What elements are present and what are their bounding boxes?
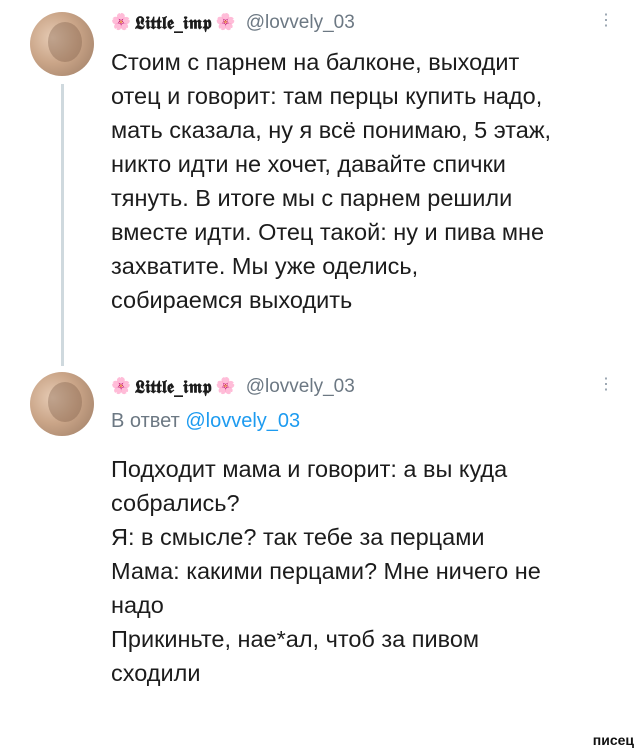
flower-icon: 🌸 [111,14,131,31]
user-handle[interactable]: @lovvely_03 [246,376,355,398]
tweet-header: 🌸 𝕷𝖎𝖙𝖙𝖑𝖊_𝖎𝖒𝖕 🌸 @lovvely_03 [111,376,355,398]
text-line: Стоим с парнем на балконе, выходит [111,49,520,75]
text-line: захватите. Мы уже оделись, [111,253,419,279]
text-line: тянуть. В итоге мы с парнем решили [111,185,513,211]
flower-icon: 🌸 [111,378,131,395]
text-line: отец и говорит: там перцы купить надо, [111,83,543,109]
text-line: сходили [111,660,201,686]
text-line: мать сказала, ну я всё понимаю, 5 этаж, [111,117,552,143]
more-options-icon[interactable]: ⋮ [598,374,614,394]
display-name[interactable]: 𝕷𝖎𝖙𝖙𝖑𝖊_𝖎𝖒𝖕 [135,13,212,34]
reply-to-label: В ответ [111,410,180,432]
text-line: собираемся выходить [111,287,353,313]
tweet-text: Стоим с парнем на балконе, выходит отец … [111,45,631,317]
avatar[interactable] [30,372,94,436]
flower-icon: 🌸 [215,378,236,395]
tweet-header: 🌸 𝕷𝖎𝖙𝖙𝖑𝖊_𝖎𝖒𝖕 🌸 @lovvely_03 [111,12,355,34]
text-line: Прикиньте, нае*ал, чтоб за пивом [111,626,480,652]
reply-to-line: В ответ @lovvely_03 [111,410,300,433]
reply-mention-link[interactable]: @lovvely_03 [185,410,300,432]
display-name[interactable]: 𝕷𝖎𝖙𝖙𝖑𝖊_𝖎𝖒𝖕 [135,377,212,398]
text-line: надо [111,592,164,618]
text-line: Я: в смысле? так тебе за перцами [111,524,485,550]
text-line: вместе идти. Отец такой: ну и пива мне [111,219,545,245]
tweet-text: Подходит мама и говорит: а вы куда собра… [111,452,631,690]
user-handle[interactable]: @lovvely_03 [246,12,355,34]
text-line: Подходит мама и говорит: а вы куда [111,456,508,482]
more-options-icon[interactable]: ⋮ [598,10,614,30]
avatar[interactable] [30,12,94,76]
text-line: собрались? [111,490,240,516]
thread-connector-line [61,84,64,366]
text-line: Мама: какими перцами? Мне ничего не [111,558,541,584]
text-line: никто идти не хочет, давайте спички [111,151,506,177]
watermark: писец [592,732,634,748]
flower-icon: 🌸 [215,14,236,31]
